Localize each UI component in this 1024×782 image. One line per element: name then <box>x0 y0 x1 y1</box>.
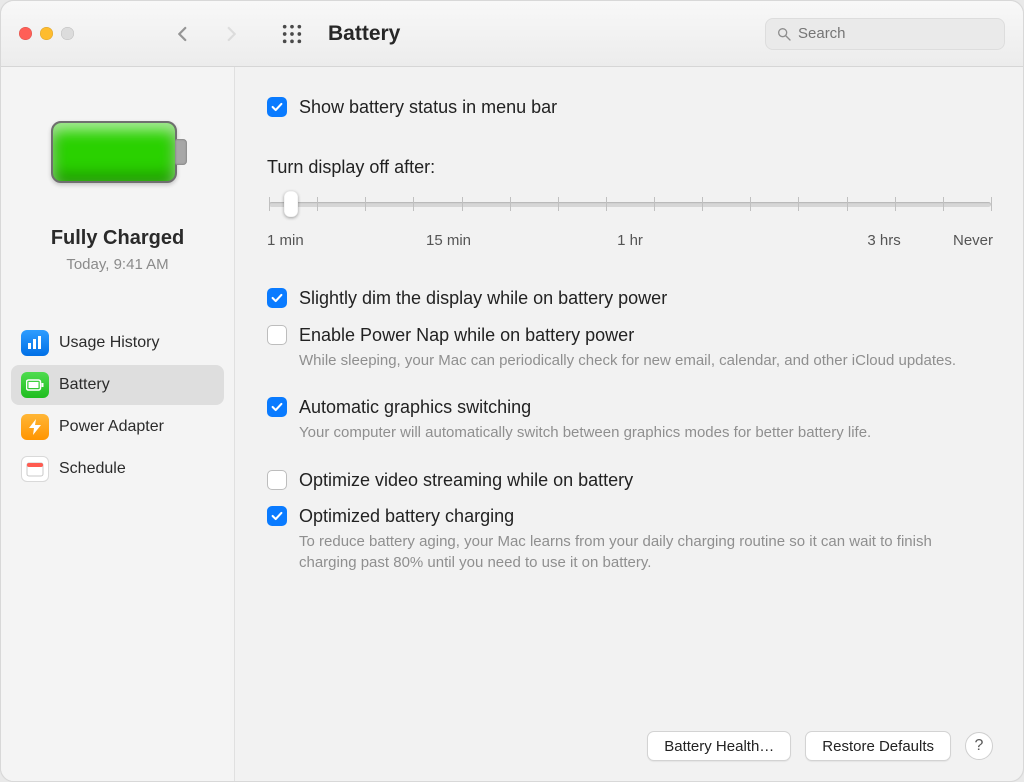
option-description: To reduce battery aging, your Mac learns… <box>299 532 993 573</box>
sidebar-item-usage-history[interactable]: Usage History <box>11 323 224 363</box>
option-dim: Slightly dim the display while on batter… <box>267 280 993 316</box>
slider-knob[interactable] <box>284 191 298 217</box>
optimized-charging-checkbox[interactable] <box>267 506 287 526</box>
sidebar-item-label: Battery <box>59 376 110 394</box>
window-controls <box>19 27 74 40</box>
bolt-icon <box>21 414 49 440</box>
sidebar: Fully Charged Today, 9:41 AM Usage Histo… <box>1 67 235 781</box>
charge-timestamp: Today, 9:41 AM <box>66 256 168 273</box>
search-field[interactable] <box>765 18 1005 50</box>
option-streaming: Optimize video streaming while on batter… <box>267 462 993 498</box>
window-title: Battery <box>328 22 400 46</box>
calendar-icon <box>21 456 49 482</box>
show-all-button[interactable] <box>278 20 306 48</box>
footer: Battery Health… Restore Defaults ? <box>267 715 993 761</box>
slider-tick <box>847 197 848 211</box>
check-icon <box>270 509 284 523</box>
sidebar-item-label: Power Adapter <box>59 418 164 436</box>
back-button[interactable] <box>170 21 196 47</box>
slider-tick <box>991 197 992 211</box>
slider-tick-label: 3 hrs <box>867 232 900 249</box>
display-off-slider-block: Turn display off after: 1 min 15 min 1 hr 3… <box>267 157 993 252</box>
battery-status-icon <box>43 113 193 193</box>
slider-tick <box>365 197 366 211</box>
option-label: Optimized battery charging <box>299 504 993 528</box>
nav-buttons <box>170 21 244 47</box>
slider-tick-label: Never <box>953 232 993 249</box>
check-icon <box>270 100 284 114</box>
slider-tick <box>798 197 799 211</box>
dim-checkbox[interactable] <box>267 288 287 308</box>
streaming-checkbox[interactable] <box>267 470 287 490</box>
sidebar-item-label: Schedule <box>59 460 126 478</box>
graphics-checkbox[interactable] <box>267 397 287 417</box>
slider-track <box>269 202 991 207</box>
option-powernap: Enable Power Nap while on battery power … <box>267 317 993 378</box>
slider-tick <box>654 197 655 211</box>
option-label: Optimize video streaming while on batter… <box>299 468 633 492</box>
slider-tick <box>413 197 414 211</box>
option-description: While sleeping, your Mac can periodicall… <box>299 351 956 371</box>
chevron-right-icon <box>222 25 240 43</box>
sidebar-item-power-adapter[interactable]: Power Adapter <box>11 407 224 447</box>
option-graphics: Automatic graphics switching Your comput… <box>267 389 993 450</box>
minimize-window-button[interactable] <box>40 27 53 40</box>
powernap-checkbox[interactable] <box>267 325 287 345</box>
titlebar: Battery <box>1 1 1023 67</box>
option-description: Your computer will automatically switch … <box>299 423 871 443</box>
slider-tick <box>895 197 896 211</box>
slider-tick <box>510 197 511 211</box>
battery-health-button[interactable]: Battery Health… <box>647 731 791 761</box>
option-label: Automatic graphics switching <box>299 395 871 419</box>
slider-tick-label: 1 min <box>267 232 304 249</box>
grid-icon <box>281 23 303 45</box>
check-icon <box>270 291 284 305</box>
slider-tick <box>317 197 318 211</box>
option-optimized-charging: Optimized battery charging To reduce bat… <box>267 498 993 579</box>
slider-tick <box>606 197 607 211</box>
slider-tick-labels: 1 min 15 min 1 hr 3 hrs Never <box>267 232 993 252</box>
battery-hero: Fully Charged Today, 9:41 AM <box>11 83 224 283</box>
option-label: Show battery status in menu bar <box>299 95 557 119</box>
show-status-checkbox[interactable] <box>267 97 287 117</box>
slider-label: Turn display off after: <box>267 157 993 178</box>
sidebar-item-battery[interactable]: Battery <box>11 365 224 405</box>
close-window-button[interactable] <box>19 27 32 40</box>
slider-tick <box>943 197 944 211</box>
slider-tick <box>750 197 751 211</box>
slider-tick <box>269 197 270 211</box>
option-show-status: Show battery status in menu bar <box>267 89 993 125</box>
sidebar-nav: Usage History Battery Power Adapter <box>11 323 224 489</box>
restore-defaults-button[interactable]: Restore Defaults <box>805 731 951 761</box>
slider-tick <box>702 197 703 211</box>
slider-tick-label: 15 min <box>426 232 471 249</box>
sidebar-item-schedule[interactable]: Schedule <box>11 449 224 489</box>
display-off-slider[interactable] <box>269 192 991 216</box>
slider-tick <box>558 197 559 211</box>
forward-button <box>218 21 244 47</box>
sidebar-item-label: Usage History <box>59 334 159 352</box>
search-input[interactable] <box>798 25 994 42</box>
zoom-window-button <box>61 27 74 40</box>
check-icon <box>270 400 284 414</box>
slider-tick <box>462 197 463 211</box>
chevron-left-icon <box>174 25 192 43</box>
charge-status: Fully Charged <box>51 227 184 250</box>
option-label: Slightly dim the display while on batter… <box>299 286 667 310</box>
bars-icon <box>21 330 49 356</box>
option-label: Enable Power Nap while on battery power <box>299 323 956 347</box>
battery-icon <box>21 372 49 398</box>
slider-tick-label: 1 hr <box>617 232 643 249</box>
search-icon <box>776 26 792 42</box>
preferences-window: Battery Fully Charged Today, 9:41 AM <box>0 0 1024 782</box>
help-button[interactable]: ? <box>965 732 993 760</box>
main-content: Show battery status in menu bar Turn dis… <box>235 67 1023 781</box>
